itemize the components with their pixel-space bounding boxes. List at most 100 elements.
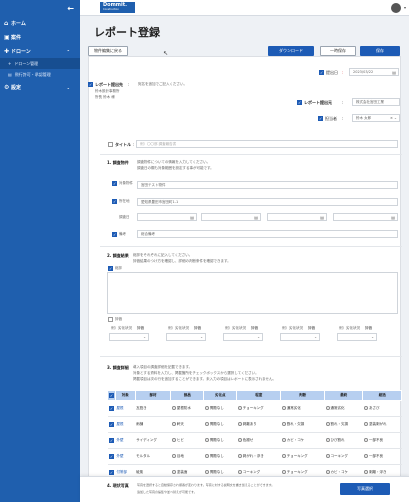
survey-date-input-1[interactable]: ▤ — [137, 213, 197, 221]
grade-select[interactable]: ⌄ — [166, 333, 206, 341]
radio-icon[interactable] — [237, 470, 242, 474]
table-cell[interactable]: 屋根防水 — [170, 400, 204, 417]
radio-icon[interactable] — [281, 454, 286, 458]
radio-icon[interactable] — [171, 422, 176, 426]
table-cell[interactable]: 問題なし — [203, 400, 237, 417]
radio-icon[interactable] — [281, 438, 286, 442]
calendar-icon[interactable]: ▤ — [391, 215, 395, 220]
title-input[interactable]: 例）〇〇邸 調査報告書 — [136, 140, 398, 148]
sidebar-item-settings[interactable]: ⚙ 設定 ⌄ — [0, 80, 80, 94]
radio-icon[interactable] — [171, 438, 176, 442]
sidebar-item-projects[interactable]: ▣ 案件 — [0, 30, 80, 44]
location-input[interactable]: 愛知県豊田市宮田町1-1 — [137, 198, 398, 206]
radio-icon[interactable] — [325, 454, 330, 458]
logo[interactable]: Dommit. Construction — [100, 2, 135, 13]
sidebar-item-home[interactable]: ⌂ ホーム — [0, 16, 80, 30]
row-checkbox[interactable]: ✓ — [109, 470, 114, 475]
table-cell[interactable]: 塗装剥がれ — [362, 416, 402, 433]
radio-icon[interactable] — [363, 422, 368, 426]
radio-icon[interactable] — [363, 438, 368, 442]
radio-icon[interactable] — [281, 422, 286, 426]
temp-save-button[interactable]: 一時保存 — [320, 46, 356, 56]
radio-icon[interactable] — [237, 438, 242, 442]
table-cell[interactable]: 通常劣化 — [324, 400, 363, 417]
radio-icon[interactable] — [237, 406, 242, 410]
table-cell[interactable]: 問題なし — [203, 432, 237, 449]
summary-textarea[interactable] — [107, 272, 398, 314]
property-name-checkbox[interactable]: ✓ — [112, 181, 117, 186]
table-cell[interactable]: コーキング — [324, 448, 363, 465]
radio-icon[interactable] — [204, 406, 209, 410]
property-name-input[interactable]: 宮田テスト物件 — [137, 181, 398, 189]
save-button[interactable]: 保存 — [360, 46, 400, 56]
title-checkbox[interactable] — [108, 142, 113, 147]
survey-date-input-3[interactable]: ▤ — [267, 213, 327, 221]
table-cell[interactable]: ひび割れ — [324, 432, 363, 449]
row-checkbox[interactable]: ✓ — [109, 406, 114, 411]
radio-icon[interactable] — [363, 454, 368, 458]
radio-icon[interactable] — [325, 470, 330, 474]
radio-icon[interactable] — [171, 406, 176, 410]
report-from-checkbox[interactable]: ✓ — [297, 100, 302, 105]
radio-icon[interactable] — [281, 470, 286, 474]
location-checkbox[interactable]: ✓ — [112, 199, 117, 204]
radio-icon[interactable] — [204, 422, 209, 426]
radio-icon[interactable] — [171, 470, 176, 474]
radio-icon[interactable] — [204, 454, 209, 458]
table-cell[interactable]: 割れ・欠損 — [280, 416, 325, 433]
table-cell[interactable]: ヒビ — [170, 432, 204, 449]
author-checkbox[interactable]: ✓ — [318, 116, 323, 121]
chevron-down-icon[interactable]: ▾ — [404, 5, 406, 10]
sidebar-subitem-flight-permission[interactable]: ▤ 飛行許可・承認管理 — [0, 69, 80, 80]
table-cell[interactable]: 一部不良 — [362, 432, 402, 449]
report-from-field[interactable]: 株式会社宮田工業 — [352, 98, 400, 106]
row-checkbox[interactable]: ✓ — [109, 438, 114, 443]
calendar-icon[interactable]: ▤ — [392, 70, 396, 75]
calendar-icon[interactable]: ▤ — [320, 215, 324, 220]
table-cell[interactable]: 目地 — [170, 448, 204, 465]
radio-icon[interactable] — [204, 470, 209, 474]
radio-icon[interactable] — [363, 406, 368, 410]
table-cell[interactable]: チョーキング — [236, 400, 281, 417]
row-checkbox[interactable]: ✓ — [109, 422, 114, 427]
memo-input[interactable]: 総合備考 — [137, 230, 398, 238]
table-cell[interactable]: カビ・コケ — [280, 432, 325, 449]
table-cell[interactable]: 剥がれ・浮き — [236, 448, 281, 465]
grade-select[interactable]: ⌄ — [223, 333, 263, 341]
arrow-left-icon[interactable]: ← — [67, 4, 74, 13]
survey-date-input-4[interactable]: ▤ — [333, 213, 398, 221]
radio-icon[interactable] — [325, 422, 330, 426]
download-button[interactable]: ダウンロード — [268, 46, 314, 56]
radio-icon[interactable] — [171, 454, 176, 458]
table-cell[interactable]: 問題なし — [203, 448, 237, 465]
table-cell[interactable]: 色褪せ — [236, 432, 281, 449]
sidebar-item-drone[interactable]: ✚ ドローン ⌃ — [0, 44, 80, 58]
select-all-checkbox[interactable]: ✓ — [109, 393, 114, 398]
avatar[interactable] — [391, 3, 401, 13]
table-header-cell[interactable]: ✓ — [107, 390, 116, 401]
table-cell[interactable]: チョーキング — [280, 448, 325, 465]
select-photo-button[interactable]: 写真選択 — [340, 483, 390, 495]
calendar-icon[interactable]: ▤ — [254, 215, 258, 220]
back-to-property-button[interactable]: 物件編集に戻る — [88, 46, 128, 56]
radio-icon[interactable] — [363, 470, 368, 474]
radio-icon[interactable] — [237, 454, 242, 458]
row-checkbox[interactable]: ✓ — [109, 454, 114, 459]
summary-checkbox[interactable]: ✓ — [108, 266, 113, 271]
sidebar-subitem-drone-management[interactable]: + ドローン管理 — [0, 58, 80, 69]
table-cell[interactable]: 一部不良 — [362, 448, 402, 465]
submit-date-checkbox[interactable]: ✓ — [319, 70, 324, 75]
radio-icon[interactable] — [325, 406, 330, 410]
grade-select[interactable]: ⌄ — [280, 333, 320, 341]
radio-icon[interactable] — [325, 438, 330, 442]
table-cell[interactable]: 通常劣化 — [280, 400, 325, 417]
author-select[interactable]: 鈴木 太郎 × ⌄ — [352, 114, 400, 122]
radio-icon[interactable] — [237, 422, 242, 426]
table-cell[interactable]: 問題なし — [203, 416, 237, 433]
grade-select[interactable]: ⌄ — [337, 333, 377, 341]
survey-date-input-2[interactable]: ▤ — [201, 213, 261, 221]
table-cell[interactable]: あさび — [362, 400, 402, 417]
radio-icon[interactable] — [204, 438, 209, 442]
submit-date-field[interactable]: 2023/03/22 ▤ — [349, 68, 399, 76]
memo-checkbox[interactable]: ✓ — [112, 232, 117, 237]
